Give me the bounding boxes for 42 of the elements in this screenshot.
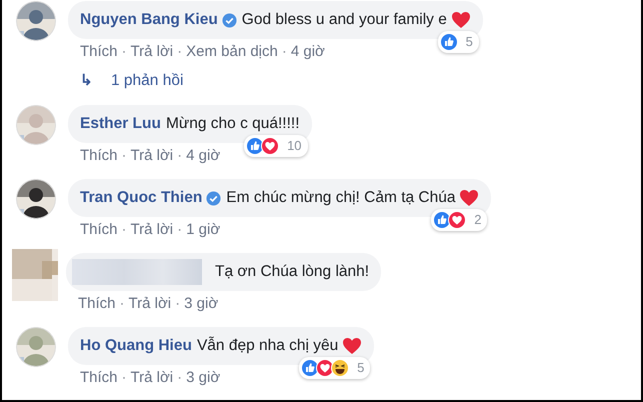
action-link[interactable]: Trả lời (130, 147, 174, 165)
separator-dot: · (122, 43, 127, 61)
action-link[interactable]: Thích (80, 221, 118, 239)
action-link[interactable]: Thích (80, 369, 118, 387)
comment-text: God bless u and your family e (242, 10, 447, 30)
separator-dot: · (282, 43, 287, 61)
separator-dot: · (177, 369, 182, 387)
timestamp-link[interactable]: 1 giờ (186, 221, 220, 239)
action-link[interactable]: Thích (78, 295, 116, 313)
comment-text: Em chúc mừng chị! Cảm tạ Chúa (226, 188, 456, 208)
action-link[interactable]: Trả lời (130, 43, 174, 61)
action-link[interactable]: Trả lời (128, 295, 172, 313)
timestamp-link[interactable]: 3 giờ (184, 295, 218, 313)
separator-dot: · (175, 295, 180, 313)
separator-dot: · (177, 221, 182, 239)
view-replies-link[interactable]: 1 phản hồi (111, 71, 184, 91)
separator-dot: · (120, 295, 125, 313)
reaction-summary[interactable]: 5 (299, 357, 370, 379)
timestamp-link[interactable]: 4 giờ (290, 43, 325, 61)
commenter-name[interactable]: Nguyen Bang Kieu (80, 10, 218, 30)
action-link[interactable]: Thích (80, 147, 118, 165)
commenter-name[interactable]: Ho Quang Hieu (80, 336, 192, 356)
comment-text: Tạ ơn Chúa lòng lành! (215, 262, 370, 282)
comment-text: Vẫn đẹp nha chị yêu (196, 336, 338, 356)
reaction-summary[interactable]: 2 (431, 209, 488, 231)
action-link[interactable]: Xem bản dịch (186, 43, 278, 61)
separator-dot: · (177, 43, 182, 61)
commenter-name[interactable]: Esther Luu (80, 114, 161, 134)
action-link[interactable]: Trả lời (130, 221, 174, 239)
comment-text: Mừng cho c quá!!!!! (166, 114, 300, 134)
reaction-summary[interactable]: 10 (244, 135, 308, 157)
reply-arrow-icon: ↳ (80, 71, 93, 91)
reaction-summary[interactable]: 5 (438, 31, 479, 53)
action-link[interactable]: Trả lời (130, 369, 174, 387)
timestamp-link[interactable]: 4 giờ (186, 147, 220, 165)
separator-dot: · (177, 147, 182, 165)
commenter-name[interactable]: Tran Quoc Thien (80, 188, 202, 208)
separator-dot: · (122, 369, 127, 387)
separator-dot: · (122, 147, 127, 165)
timestamp-link[interactable]: 3 giờ (186, 369, 220, 387)
separator-dot: · (122, 221, 127, 239)
action-link[interactable]: Thích (80, 43, 118, 61)
